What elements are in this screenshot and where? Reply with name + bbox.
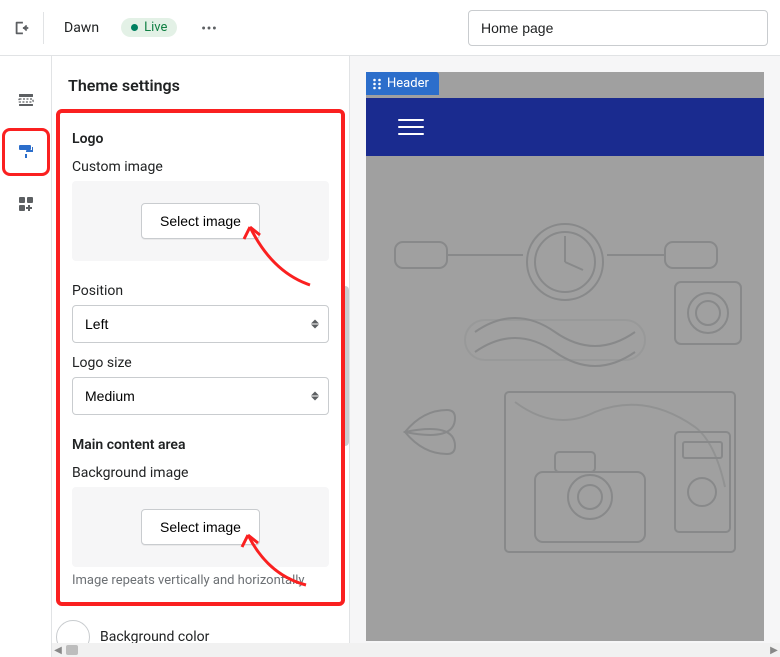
custom-image-label: Custom image	[72, 159, 329, 175]
highlighted-region: Logo Custom image Select image Position …	[56, 109, 345, 606]
page-selector-input[interactable]	[468, 10, 768, 46]
preview-area: Header	[350, 56, 780, 657]
preview-hero-illustration	[366, 222, 764, 641]
bg-repeat-note: Image repeats vertically and horizontall…	[72, 573, 329, 588]
status-label: Live	[144, 20, 167, 35]
horizontal-scrollbar[interactable]: ◀ ▶	[52, 643, 780, 657]
bg-image-label: Background image	[72, 465, 329, 481]
header-tag-label: Header	[387, 76, 429, 91]
exit-icon	[13, 19, 31, 37]
theme-settings-nav-button[interactable]	[6, 132, 46, 172]
header-selection-tag[interactable]: Header	[366, 72, 439, 95]
bg-select-image-button[interactable]: Select image	[141, 509, 260, 545]
apps-icon	[16, 194, 36, 214]
logo-section-label: Logo	[72, 131, 329, 147]
logo-size-select[interactable]: Medium	[72, 377, 329, 415]
topbar: Dawn Live	[0, 0, 780, 56]
icon-rail	[0, 56, 52, 657]
paint-roller-icon	[16, 142, 36, 162]
logo-select-image-button[interactable]: Select image	[141, 203, 260, 239]
settings-panel: Theme settings Logo Custom image Select …	[52, 56, 350, 657]
apps-nav-button[interactable]	[6, 184, 46, 224]
theme-name: Dawn	[64, 20, 99, 36]
bg-image-picker: Select image	[72, 487, 329, 567]
more-horizontal-icon	[200, 19, 218, 37]
status-badge: Live	[121, 18, 177, 37]
hamburger-menu-button[interactable]	[398, 119, 424, 135]
main-layout: Theme settings Logo Custom image Select …	[0, 56, 780, 657]
position-select[interactable]: Left	[72, 305, 329, 343]
scroll-left-arrow-icon[interactable]: ◀	[52, 644, 64, 656]
drag-handle-icon	[372, 78, 382, 90]
position-label: Position	[72, 283, 329, 299]
scrollbar-thumb[interactable]	[66, 645, 78, 655]
main-content-section-label: Main content area	[72, 437, 329, 453]
logo-size-label: Logo size	[72, 355, 329, 371]
preview-frame: Header	[366, 72, 764, 641]
status-dot-icon	[131, 24, 138, 31]
logo-image-picker: Select image	[72, 181, 329, 261]
scroll-right-arrow-icon[interactable]: ▶	[768, 644, 780, 656]
exit-button[interactable]	[12, 12, 44, 44]
panel-title: Theme settings	[52, 56, 349, 109]
sections-nav-button[interactable]	[6, 80, 46, 120]
more-button[interactable]	[193, 12, 225, 44]
sections-icon	[16, 90, 36, 110]
preview-header-bar	[366, 98, 764, 156]
